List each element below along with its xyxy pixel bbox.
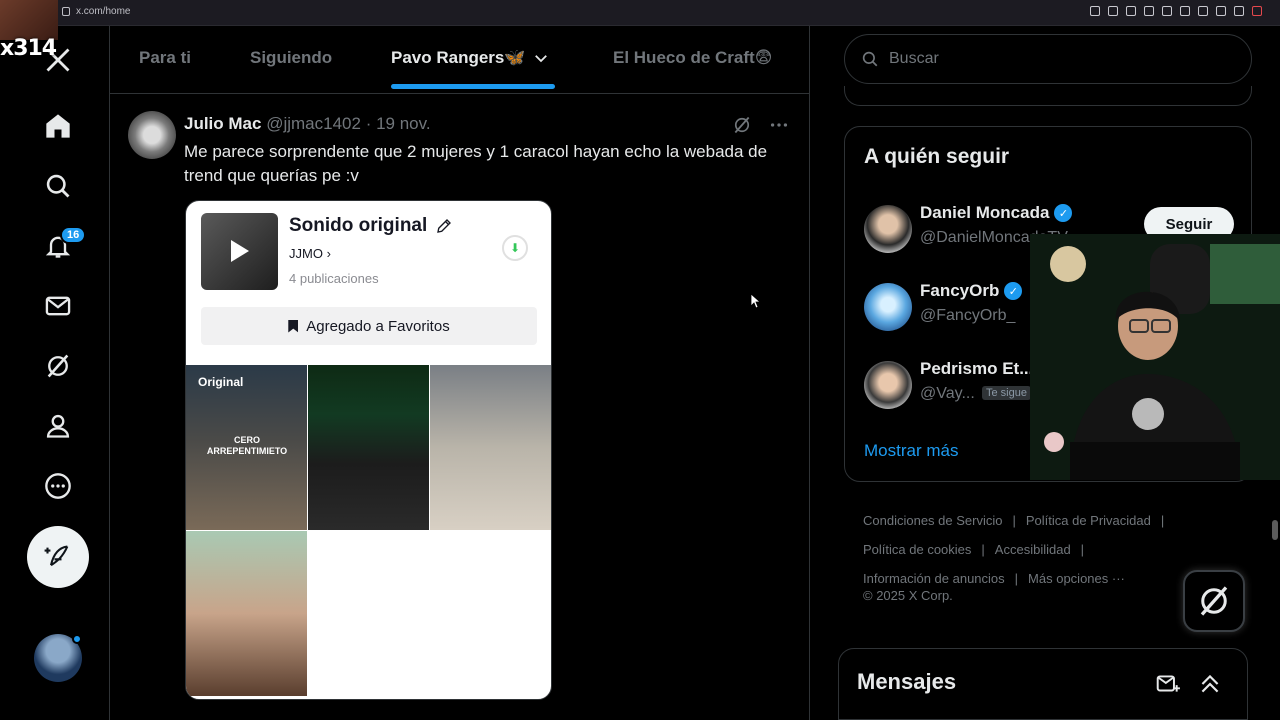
- avatar[interactable]: [864, 361, 912, 409]
- messages-title: Mensajes: [857, 669, 957, 694]
- chevron-right-icon: ›: [326, 246, 331, 261]
- tab-para-ti[interactable]: Para ti: [139, 48, 191, 68]
- tweet-header: Julio Mac @jjmac1402 · 19 nov.: [184, 114, 431, 134]
- sound-title: Sonido original: [289, 215, 453, 237]
- tweet-author-avatar[interactable]: [128, 111, 176, 159]
- footer-link[interactable]: Condiciones de Servicio: [863, 513, 1002, 528]
- copyright: © 2025 X Corp.: [863, 588, 953, 603]
- expand-up-icon[interactable]: [1197, 671, 1223, 697]
- mouse-cursor-icon: [750, 293, 760, 309]
- video-thumbnail-3: [430, 365, 551, 530]
- url-text: x.com/home: [76, 6, 131, 17]
- tweet-date[interactable]: 19 nov.: [376, 114, 431, 133]
- streamer-webcam-overlay: [1030, 234, 1280, 480]
- zoom-icon[interactable]: [1090, 6, 1100, 16]
- messages-envelope-icon[interactable]: [34, 282, 82, 330]
- browser-extension-icons: [1090, 6, 1262, 16]
- footer-link[interactable]: Accesibilidad: [995, 542, 1071, 557]
- sound-author: JJMO ›: [289, 246, 331, 261]
- left-sidebar: 16: [0, 26, 110, 720]
- show-more-link[interactable]: Mostrar más: [864, 441, 958, 461]
- more-options-icon[interactable]: [34, 462, 82, 510]
- avatar[interactable]: [864, 283, 912, 331]
- menu-icon[interactable]: [1252, 6, 1262, 16]
- search-placeholder: Buscar: [889, 50, 939, 67]
- verified-badge-icon: ✓: [1004, 282, 1023, 300]
- tweet-text: Me parece sorprendente que 2 mujeres y 1…: [184, 142, 768, 185]
- footer-link[interactable]: Política de Privacidad: [1026, 513, 1151, 528]
- card-divider: [844, 86, 1252, 106]
- browser-toolbar: x.com/home: [0, 0, 1280, 26]
- chevron-down-icon[interactable]: [532, 49, 550, 67]
- search-icon: [862, 51, 878, 67]
- sound-post-count: 4 publicaciones: [289, 271, 379, 286]
- thumbnail-caption: CERO ARREPENTIMIETO: [206, 435, 288, 456]
- tweet-separator: ·: [365, 114, 372, 133]
- shield-icon[interactable]: [1144, 6, 1154, 16]
- reader-icon[interactable]: [1126, 6, 1136, 16]
- address-bar[interactable]: x.com/home: [62, 6, 130, 17]
- play-icon: [231, 240, 249, 262]
- verified-badge-icon: ✓: [1054, 204, 1073, 222]
- notifications-bell-icon[interactable]: 16: [34, 222, 87, 270]
- favorites-button: Agregado a Favoritos: [201, 307, 537, 345]
- search-icon[interactable]: [34, 162, 82, 210]
- footer-link[interactable]: Información de anuncios: [863, 571, 1005, 586]
- grok-explain-icon[interactable]: [732, 115, 752, 135]
- follows-you-badge: Te sigue: [982, 386, 1031, 400]
- more-horizontal-icon[interactable]: [768, 114, 790, 136]
- tweet-author-name[interactable]: Julio Mac: [184, 114, 261, 133]
- footer-link[interactable]: Más opciones ···: [1028, 571, 1125, 586]
- video-thumbnail-4: [186, 531, 307, 696]
- grok-icon: [1200, 586, 1228, 616]
- search-input[interactable]: Buscar: [844, 34, 1252, 84]
- scrollbar[interactable]: [1272, 520, 1278, 540]
- download-icon: ⬇: [502, 235, 528, 261]
- tweet-author-handle[interactable]: @jjmac1402: [266, 114, 361, 133]
- tab-pavo-rangers[interactable]: Pavo Rangers🦋: [391, 48, 550, 68]
- home-icon[interactable]: [34, 102, 82, 150]
- active-tab-indicator: [391, 84, 555, 89]
- sound-thumbnail[interactable]: [201, 213, 278, 290]
- video-thumbnail-2: [308, 365, 429, 530]
- grok-floating-button[interactable]: [1183, 570, 1245, 632]
- new-message-icon[interactable]: [1155, 671, 1181, 697]
- account-avatar[interactable]: [34, 634, 82, 682]
- footer-link[interactable]: Política de cookies: [863, 542, 971, 557]
- video-thumbnail-original: Original CERO ARREPENTIMIETO: [186, 365, 307, 530]
- main-timeline: Para ti Siguiendo Pavo Rangers🦋 El Hueco…: [110, 26, 810, 720]
- avatar[interactable]: [864, 205, 912, 253]
- notifications-badge: 16: [60, 226, 87, 244]
- tab-siguiendo[interactable]: Siguiendo: [250, 48, 332, 68]
- feather-plus-icon: [44, 545, 69, 567]
- webcam-person-image: [1030, 234, 1280, 480]
- who-to-follow-title: A quién seguir: [864, 145, 1010, 168]
- grok-icon[interactable]: [34, 342, 82, 390]
- extension-icon[interactable]: [1198, 6, 1208, 16]
- share-icon[interactable]: [1216, 6, 1226, 16]
- bookmark-icon: [288, 319, 299, 333]
- streamer-cam-thumbnail: [0, 0, 58, 40]
- tweet-actions: [732, 114, 790, 136]
- messages-drawer[interactable]: Mensajes: [838, 648, 1248, 720]
- compose-post-button[interactable]: [27, 526, 89, 588]
- tweet-media-image[interactable]: Sonido original JJMO › 4 publicaciones ⬇…: [185, 200, 552, 700]
- tab-el-hueco-de-craft[interactable]: El Hueco de Craft😨: [613, 48, 772, 68]
- download-icon[interactable]: [1234, 6, 1244, 16]
- original-label: Original: [198, 375, 244, 389]
- pin-icon[interactable]: [1108, 6, 1118, 16]
- heart-icon[interactable]: [1180, 6, 1190, 16]
- profile-icon[interactable]: [34, 402, 82, 450]
- timeline-tabs: Para ti Siguiendo Pavo Rangers🦋 El Hueco…: [110, 26, 810, 94]
- lock-icon: [62, 7, 70, 16]
- channel-tag: x314: [0, 36, 57, 61]
- play-icon[interactable]: [1162, 6, 1172, 16]
- unread-dot: [72, 634, 82, 644]
- pencil-icon: [437, 219, 452, 233]
